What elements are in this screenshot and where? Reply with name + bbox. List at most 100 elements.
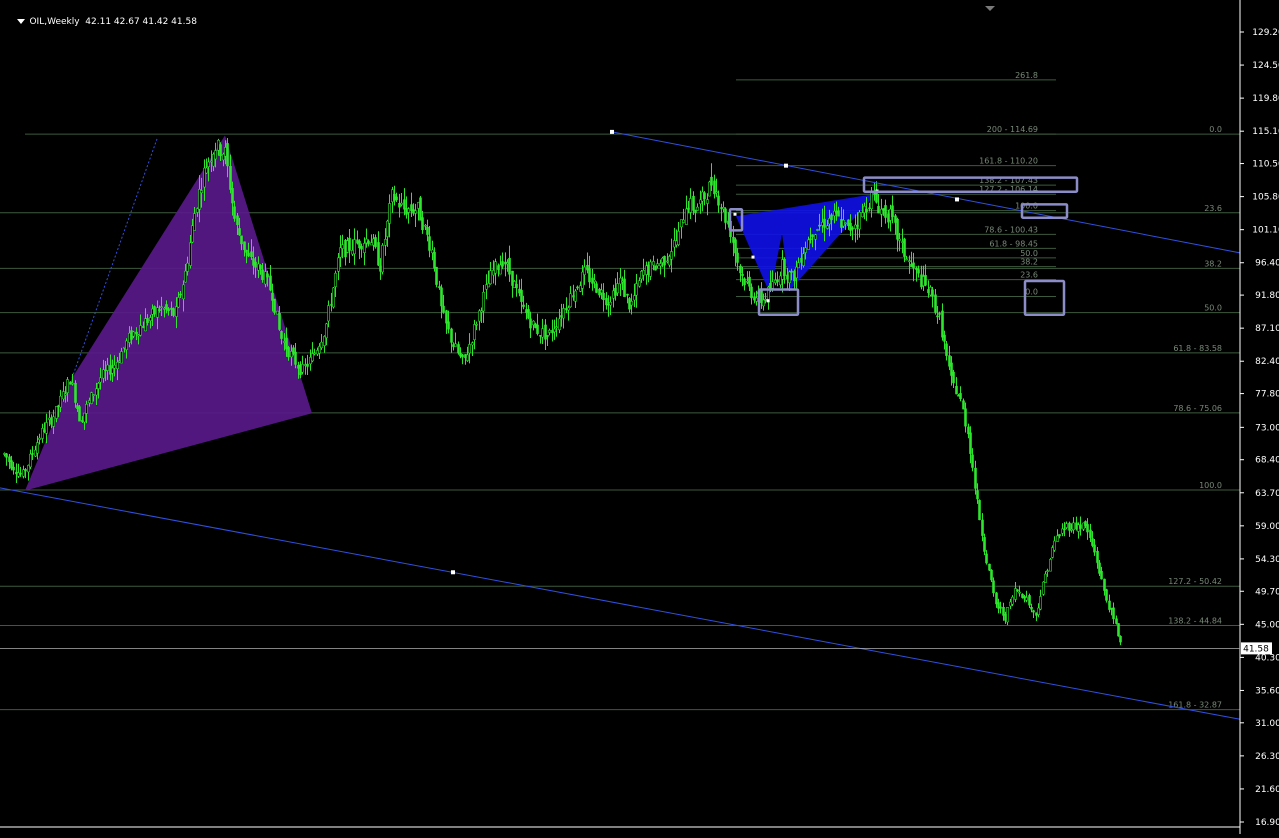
candle-body: [377, 242, 380, 266]
candle-body: [66, 379, 69, 393]
candle-body: [247, 252, 250, 257]
candle-body: [971, 454, 974, 468]
candle-body: [205, 167, 208, 174]
candle-body: [45, 422, 48, 434]
candle-body: [1077, 524, 1080, 532]
candle-body: [663, 255, 666, 266]
candle-body: [120, 351, 123, 364]
y-tick-label: 26.30: [1255, 752, 1279, 762]
candle-body: [313, 352, 316, 355]
y-tick-label: 21.60: [1255, 785, 1279, 795]
fib-label: 100.0: [1199, 481, 1222, 490]
candle-body: [254, 261, 257, 268]
candle-body: [1030, 606, 1033, 610]
candle-body: [160, 306, 163, 309]
candle-body: [111, 367, 114, 374]
candle-body: [95, 388, 98, 396]
fib-label: 61.8 - 98.45: [989, 239, 1038, 248]
candle-body: [287, 347, 290, 358]
candle-body: [576, 286, 579, 289]
candle-body: [1053, 540, 1056, 551]
fib-label: 78.6 - 75.06: [1173, 404, 1222, 413]
candle-body: [739, 265, 742, 274]
candle-body: [69, 381, 72, 385]
candle-body: [682, 219, 685, 223]
candle-body: [1093, 544, 1096, 553]
candle-body: [522, 304, 525, 307]
candle-body: [353, 239, 356, 255]
candle-body: [438, 286, 441, 288]
candle-body: [734, 239, 737, 254]
candle-body: [29, 453, 32, 468]
candle-body: [896, 218, 899, 240]
candle-body: [851, 227, 854, 230]
candle-body: [421, 217, 424, 231]
candle-body: [226, 143, 229, 167]
candle-body: [1084, 521, 1087, 526]
candle-body: [36, 442, 39, 454]
chart-canvas[interactable]: 261.8 200 - 114.69 0.0 161.8 - 110.20 138.2 …: [0, 0, 1279, 834]
candle-body: [219, 144, 222, 157]
candle-body: [1016, 589, 1019, 592]
candle-body: [125, 340, 128, 351]
candle-body: [142, 325, 145, 329]
candle-body: [273, 298, 276, 313]
candle-body: [198, 189, 201, 210]
candle-body: [471, 342, 474, 346]
candle-body: [706, 199, 709, 204]
candle-body: [905, 258, 908, 261]
fib-label: 0.0: [1209, 125, 1222, 134]
ohlc-readout: 42.11 42.67 41.42 41.58: [85, 17, 197, 27]
candle-body: [170, 307, 173, 310]
candle-body: [795, 266, 798, 279]
candle-body: [59, 395, 62, 408]
candle-body: [240, 235, 243, 245]
candle-body: [424, 225, 427, 227]
y-tick-label: 35.60: [1255, 686, 1279, 696]
candle-body: [938, 313, 941, 315]
candle-body: [494, 261, 497, 274]
y-tick-label: 87.10: [1255, 324, 1279, 334]
price-chart[interactable]: 261.8 200 - 114.69 0.0 161.8 - 110.20 138.2 …: [0, 0, 1279, 834]
y-tick-label: 91.80: [1255, 291, 1279, 301]
y-tick-label: 101.10: [1252, 226, 1279, 236]
candle-body: [153, 306, 156, 315]
candle-body: [1046, 570, 1049, 572]
candle-body: [1098, 562, 1101, 574]
candle-body: [755, 297, 758, 302]
candle-body: [1044, 573, 1047, 583]
candle-body: [433, 251, 436, 269]
candle-body: [196, 208, 199, 213]
candle-body: [934, 294, 937, 313]
candle-body: [233, 206, 236, 219]
candle-body: [1049, 559, 1052, 572]
candle-body: [71, 382, 74, 385]
candle-body: [593, 279, 596, 282]
candle-body: [783, 258, 786, 276]
candle-body: [1061, 528, 1064, 534]
candle-body: [104, 369, 107, 372]
candle-body: [1108, 600, 1111, 610]
y-tick-label: 96.40: [1255, 259, 1279, 269]
candle-body: [515, 283, 518, 289]
candle-body: [243, 241, 246, 250]
candle-body: [339, 247, 342, 258]
candle-body: [1091, 538, 1094, 546]
candle-body: [447, 321, 450, 330]
candle-body: [588, 268, 591, 283]
candle-body: [574, 290, 577, 302]
candle-body: [865, 208, 868, 213]
candle-body: [976, 490, 979, 500]
current-price-label: 41.58: [1243, 644, 1269, 654]
candle-body: [992, 580, 995, 594]
candle-body: [207, 161, 210, 167]
candle-body: [203, 167, 206, 188]
candle-body: [1063, 528, 1066, 531]
candle-body: [52, 416, 55, 427]
dropdown-triangle-icon[interactable]: [17, 19, 26, 24]
candle-body: [790, 270, 793, 273]
pattern-point-marker: [766, 299, 770, 303]
candle-body: [172, 308, 175, 316]
candle-body: [78, 406, 81, 422]
candle-body: [1075, 522, 1078, 530]
